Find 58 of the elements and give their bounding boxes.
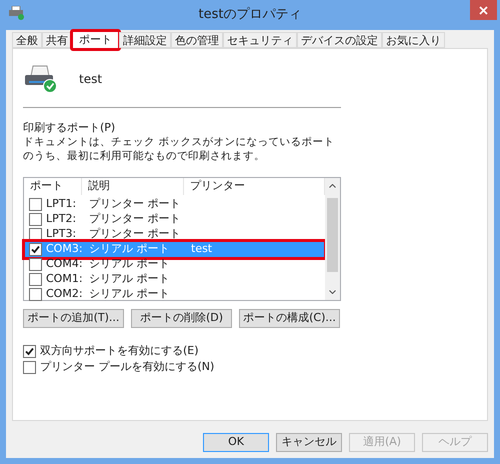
printer-icon	[23, 64, 59, 94]
button[interactable]: キャンセル	[276, 433, 342, 452]
checkbox[interactable]	[29, 228, 42, 240]
table-cell-text: test	[190, 240, 212, 257]
checkbox[interactable]	[29, 242, 42, 256]
checkbox[interactable]	[23, 344, 36, 358]
checkbox[interactable]	[29, 212, 42, 226]
list-row[interactable]: COM4: シリアル ポート	[25, 256, 324, 272]
table-cell-text: シリアル ポート	[88, 240, 170, 257]
tab[interactable]: 色の管理	[171, 32, 223, 48]
description-text: ドキュメントは、チェック ボックスがオンになっているポートのうち、最初に利用可能なもので印刷されます。	[23, 135, 336, 163]
list-row[interactable]: LPT1: プリンター ポート	[25, 196, 324, 212]
scroll-up-icon	[329, 184, 336, 188]
table-cell-text: シリアル ポート	[88, 256, 170, 272]
tab[interactable]: 詳細設定	[119, 32, 171, 48]
window-title: testのプロパティ	[198, 6, 302, 24]
close-button[interactable]	[470, 0, 497, 20]
checkbox-label[interactable]: 双方向サポートを有効にする(E)	[40, 342, 199, 360]
scrollbar[interactable]	[325, 178, 340, 300]
port-name: COM1:	[46, 270, 83, 287]
column-header[interactable]: ポート	[24, 178, 82, 194]
tab[interactable]: デバイスの設定	[297, 32, 382, 48]
button[interactable]: ポートの削除(D)	[131, 309, 232, 328]
scroll-down-icon	[329, 290, 336, 294]
checkbox-label[interactable]: プリンター プールを有効にする(N)	[40, 358, 214, 376]
section-label: 印刷するポート(P)	[23, 121, 116, 135]
tab[interactable]: ポート	[72, 31, 119, 49]
checkbox[interactable]	[29, 288, 42, 300]
checkbox[interactable]	[29, 272, 42, 286]
tab[interactable]: セキュリティ	[223, 32, 297, 48]
table-cell-text: プリンター ポート	[88, 196, 182, 212]
port-name: COM3:	[46, 240, 83, 257]
tab[interactable]: お気に入り	[382, 32, 445, 48]
port-name: COM2:	[46, 286, 83, 302]
list-row[interactable]: COM2: シリアル ポート	[25, 286, 324, 302]
checkbox[interactable]	[23, 360, 36, 374]
table-cell-text: シリアル ポート	[88, 286, 170, 302]
button[interactable]: OK	[203, 433, 269, 452]
column-header[interactable]: 説明	[82, 178, 184, 194]
port-name: COM4:	[46, 256, 83, 272]
port-name: LPT2:	[46, 210, 76, 227]
scroll-thumb[interactable]	[327, 198, 338, 272]
table-cell-text: シリアル ポート	[88, 270, 170, 287]
close-icon	[479, 6, 488, 14]
port-name: LPT3:	[46, 226, 76, 242]
table-cell-text: プリンター ポート	[88, 226, 182, 242]
table-cell-text: プリンター ポート	[88, 210, 182, 227]
button[interactable]: ポートの追加(T)...	[23, 309, 124, 328]
checkbox[interactable]	[29, 198, 42, 210]
printer-name: test	[79, 71, 102, 88]
list-row[interactable]: COM1: シリアル ポート	[25, 272, 324, 286]
button[interactable]: ポートの構成(C)...	[239, 309, 340, 328]
tab[interactable]: 共有	[42, 32, 72, 48]
checkbox[interactable]	[29, 258, 42, 270]
printer-icon	[8, 6, 24, 20]
port-name: LPT1:	[46, 196, 76, 212]
tab[interactable]: 全般	[12, 32, 42, 48]
list-row[interactable]: LPT2: プリンター ポート	[25, 212, 324, 226]
